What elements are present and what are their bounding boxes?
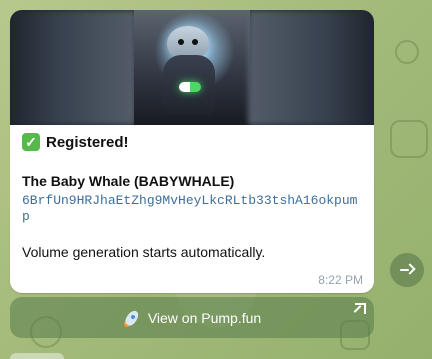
message-bubble: ✓ Registered! The Baby Whale (BABYWHALE)… [10, 10, 374, 293]
status-text: Registered! [46, 133, 129, 151]
image-blur-right [248, 10, 374, 125]
token-title: The Baby Whale (BABYWHALE) [22, 173, 235, 189]
registration-status: ✓ Registered! [22, 131, 362, 153]
pill-icon [179, 82, 201, 92]
external-link-icon [355, 303, 366, 314]
background-doodle [395, 40, 419, 64]
message-content: ✓ Registered! The Baby Whale (BABYWHALE)… [22, 131, 362, 260]
link-button-label: View on Pump.fun [147, 309, 262, 326]
whale-eye [178, 39, 184, 45]
message-image[interactable] [10, 10, 374, 125]
view-on-pumpfun-button[interactable]: View on Pump.fun [10, 297, 374, 338]
message-timestamp: 8:22 PM [318, 273, 363, 287]
check-icon: ✓ [22, 133, 40, 151]
background-doodle [390, 120, 428, 158]
image-blur-left [10, 10, 136, 125]
share-button[interactable] [390, 253, 424, 287]
whale-eye [192, 39, 198, 45]
share-icon [400, 264, 414, 276]
token-address[interactable]: 6BrfUn9HRJhaEtZhg9MvHeyLkcRLtb33tshA16ok… [22, 193, 362, 225]
volume-generation-text: Volume generation starts automatically. [22, 244, 266, 260]
rocket-icon [123, 308, 141, 327]
baby-whale-image [134, 10, 250, 125]
next-message-edge [10, 353, 64, 359]
